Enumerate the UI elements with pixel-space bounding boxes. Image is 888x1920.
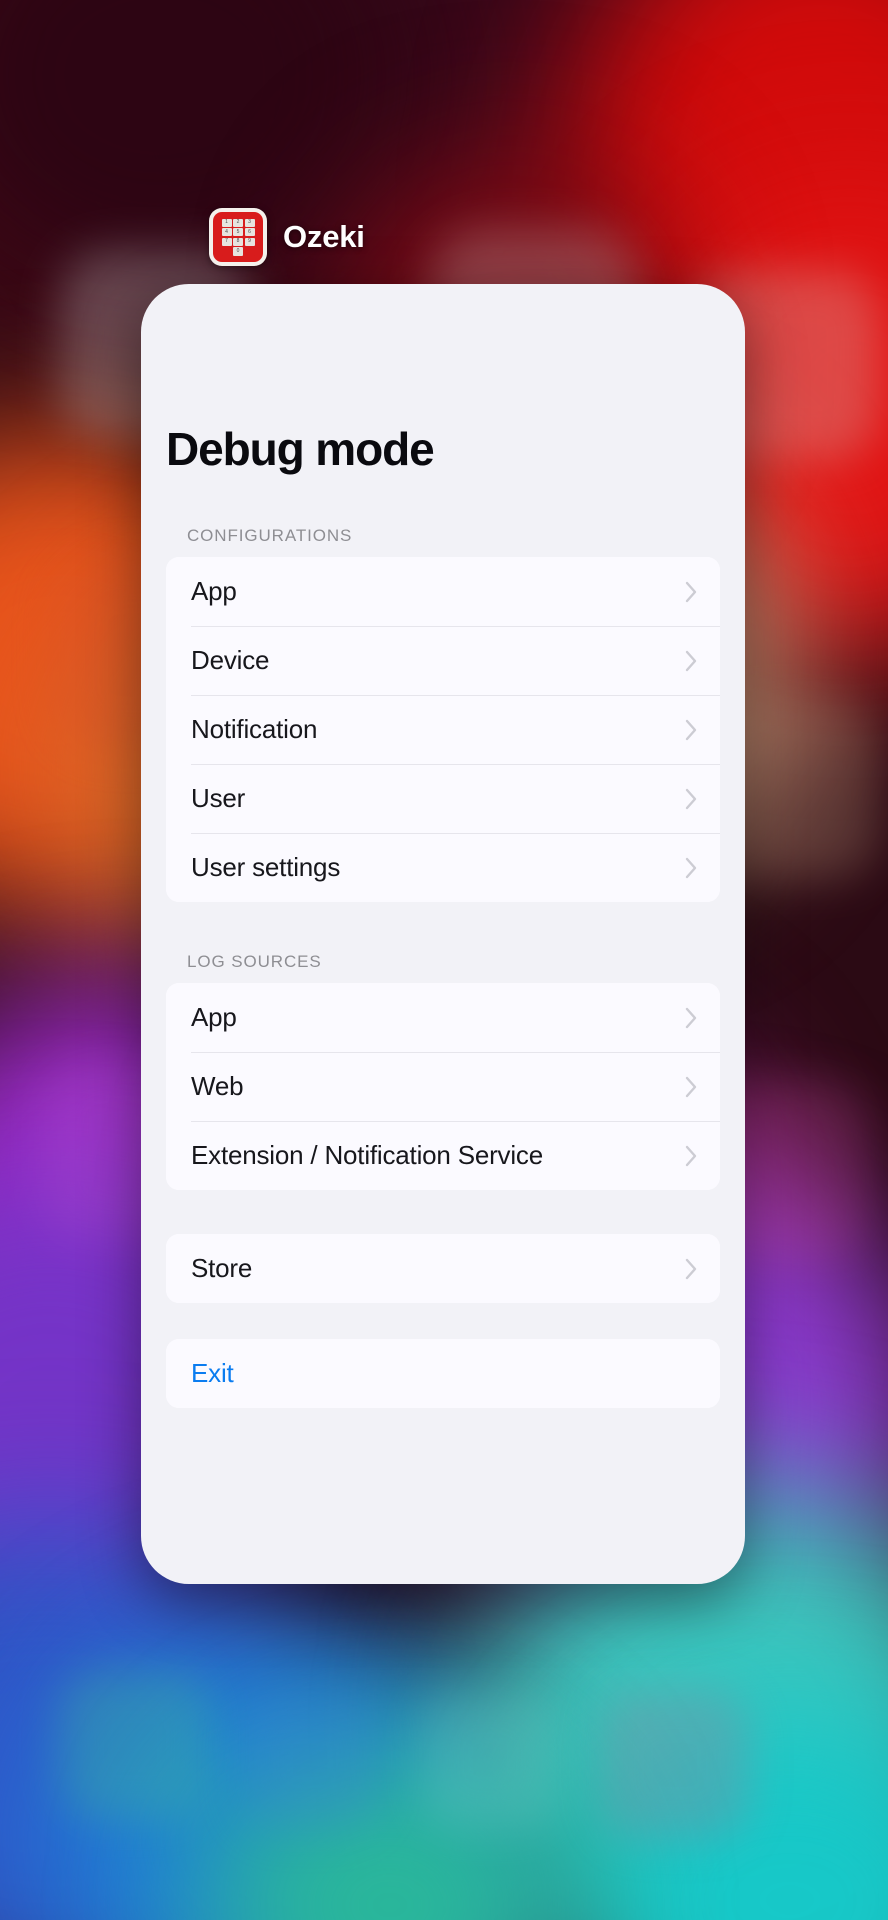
row-label: User settings [191,852,341,882]
store-group: Store [166,1234,720,1303]
section-header-configurations: CONFIGURATIONS [187,526,353,545]
row-configurations-notification[interactable]: Notification [166,695,720,764]
chevron-right-icon [685,857,698,879]
chevron-right-icon [685,1007,698,1029]
row-label: Device [191,645,270,675]
ghost-dock-icon [600,1690,750,1840]
keypad-key: 3 [244,218,255,227]
row-label: Notification [191,714,318,744]
row-label: App [191,576,237,606]
chevron-right-icon [685,581,698,603]
configurations-group: App Device Notification User User settin… [166,557,720,902]
chevron-right-icon [685,788,698,810]
app-switcher-app-label[interactable]: 1 2 3 4 5 6 7 8 9 0 Ozeki [209,208,365,266]
keypad-key: 8 [233,237,243,246]
row-label: Web [191,1071,244,1101]
row-label: App [191,1002,237,1032]
row-log-sources-extension-notification-service[interactable]: Extension / Notification Service [166,1121,720,1190]
keypad-key [244,247,255,256]
app-name-label: Ozeki [283,219,365,254]
exit-group: Exit [166,1339,720,1408]
keypad-key: 0 [233,247,243,256]
chevron-right-icon [685,1258,698,1280]
row-log-sources-app[interactable]: App [166,983,720,1052]
keypad-key: 6 [244,228,255,237]
app-snapshot-card[interactable]: Debug mode CONFIGURATIONS App Device Not… [141,284,745,1584]
keypad-key: 5 [233,228,243,237]
keypad-key [221,247,232,256]
row-label: Extension / Notification Service [191,1140,543,1170]
row-label: Store [191,1253,253,1283]
debug-mode-screen: Debug mode CONFIGURATIONS App Device Not… [141,284,745,1584]
page-title: Debug mode [166,423,435,475]
ozeki-keypad-icon[interactable]: 1 2 3 4 5 6 7 8 9 0 [209,208,267,266]
section-header-log-sources: LOG SOURCES [187,952,322,971]
keypad-key: 4 [221,228,232,237]
ghost-dock-icon [60,1670,210,1820]
row-configurations-user-settings[interactable]: User settings [166,833,720,902]
log-sources-group: App Web Extension / Notification Service [166,983,720,1190]
row-log-sources-web[interactable]: Web [166,1052,720,1121]
row-store[interactable]: Store [166,1234,720,1303]
row-configurations-device[interactable]: Device [166,626,720,695]
row-label: User [191,783,246,813]
keypad-key: 2 [233,218,243,227]
ghost-dock-icon [240,1690,380,1830]
row-configurations-user[interactable]: User [166,764,720,833]
keypad-key: 1 [221,218,232,227]
row-configurations-app[interactable]: App [166,557,720,626]
chevron-right-icon [685,1076,698,1098]
keypad-key: 7 [221,237,232,246]
row-exit[interactable]: Exit [166,1339,720,1408]
chevron-right-icon [685,650,698,672]
ghost-dock-icon [420,1690,560,1830]
keypad-grid: 1 2 3 4 5 6 7 8 9 0 [221,218,255,256]
chevron-right-icon [685,719,698,741]
exit-button-label: Exit [191,1358,234,1388]
chevron-right-icon [685,1145,698,1167]
keypad-key: 9 [244,237,255,246]
